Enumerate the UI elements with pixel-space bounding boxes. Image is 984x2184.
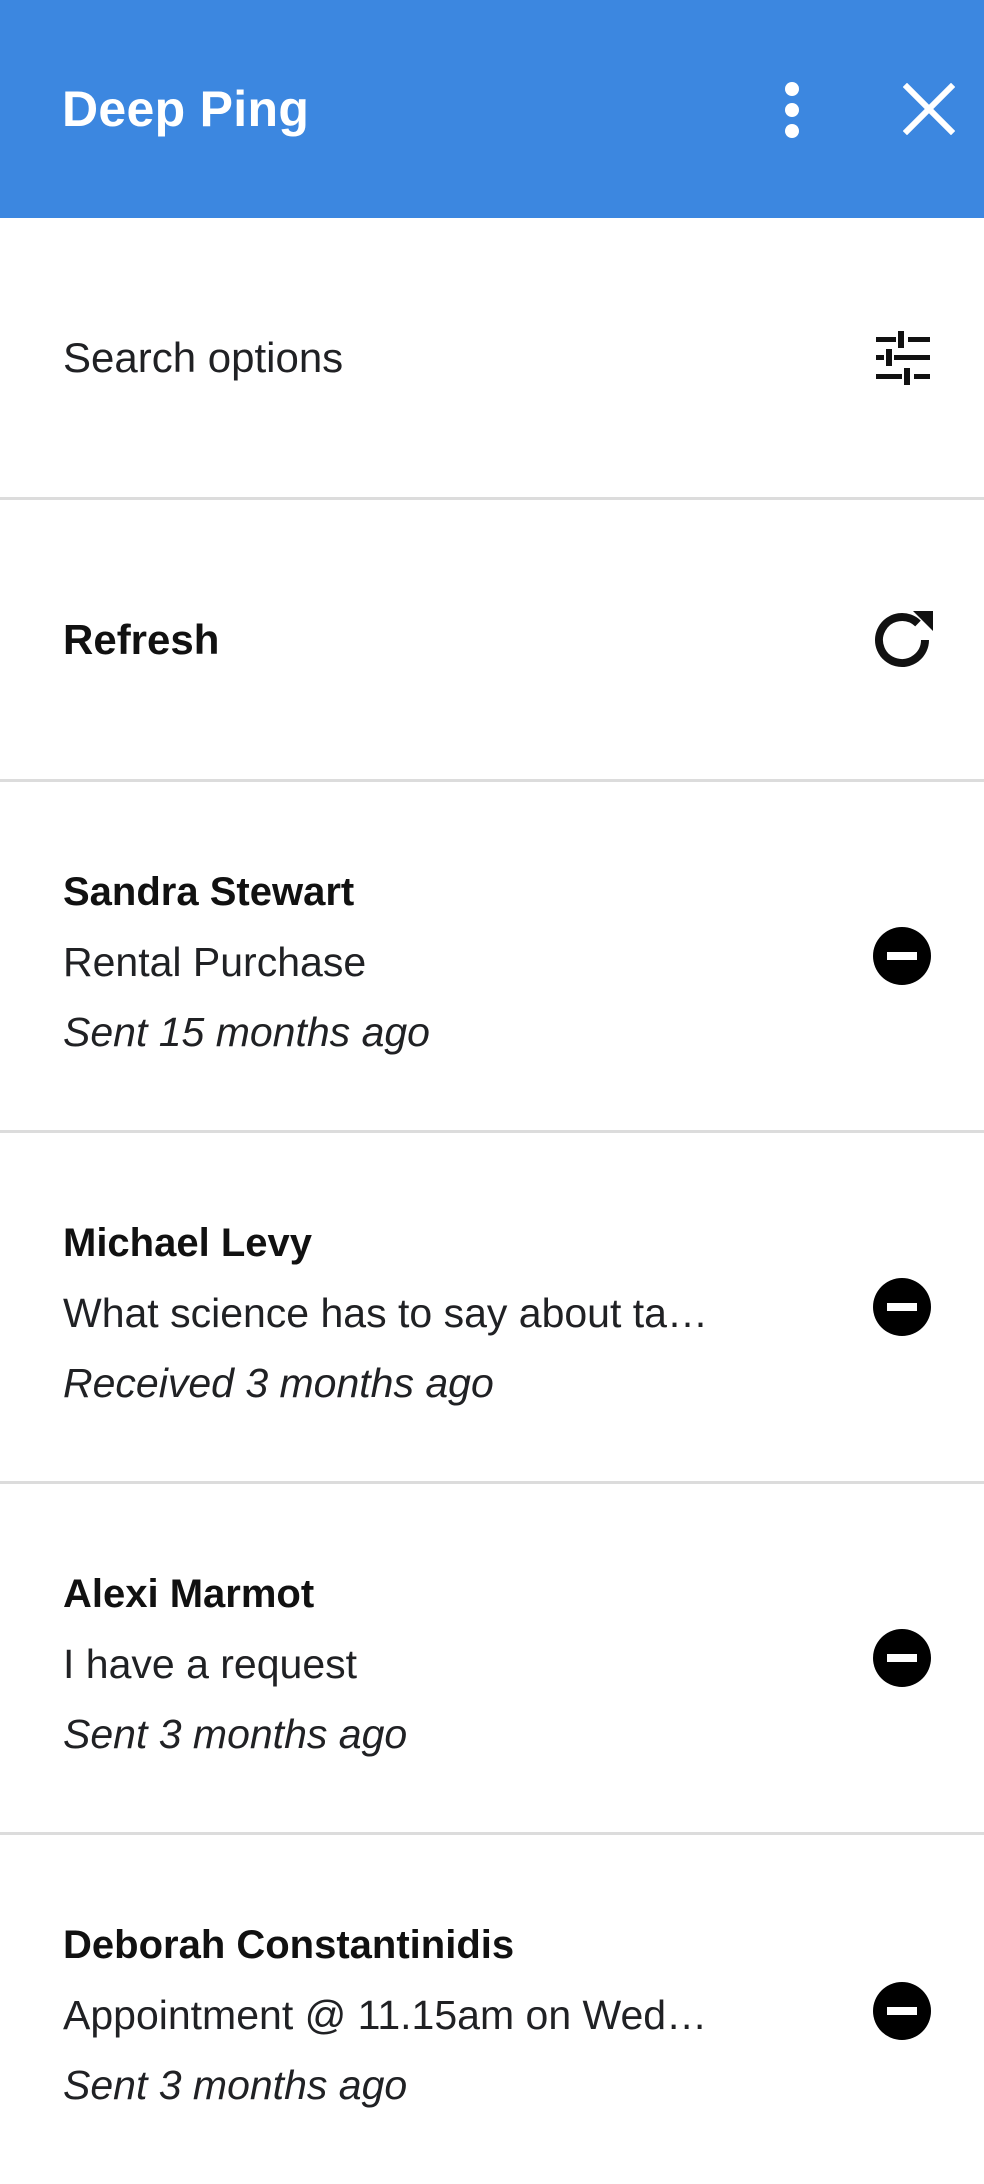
app-header: Deep Ping xyxy=(0,0,984,218)
message-subject: I have a request xyxy=(63,1641,358,1687)
search-options-label: Search options xyxy=(63,333,344,381)
app-title: Deep Ping xyxy=(62,81,310,137)
close-button[interactable] xyxy=(896,76,962,142)
message-row[interactable]: Alexi Marmot I have a request Sent 3 mon… xyxy=(0,1484,984,1835)
remove-circle-icon xyxy=(873,1981,931,2040)
close-icon xyxy=(903,83,955,135)
message-content: Michael Levy What science has to say abo… xyxy=(63,1208,783,1418)
message-content: Alexi Marmot I have a request Sent 3 mon… xyxy=(63,1559,783,1769)
refresh-label: Refresh xyxy=(63,615,220,663)
more-options-button[interactable] xyxy=(770,70,814,150)
message-contact-name: Deborah Constantinidis xyxy=(63,1923,515,1967)
tune-icon xyxy=(876,330,930,385)
message-time: Sent 3 months ago xyxy=(63,2062,408,2108)
message-time: Sent 15 months ago xyxy=(63,1009,430,1055)
search-options-row[interactable]: Search options xyxy=(0,218,984,500)
message-content: Deborah Constantinidis Appointment @ 11.… xyxy=(63,1910,783,2120)
message-row[interactable]: Sandra Stewart Rental Purchase Sent 15 m… xyxy=(0,782,984,1133)
more-vert-icon xyxy=(785,82,799,138)
message-subject: Rental Purchase xyxy=(63,939,367,985)
message-subject: What science has to say about ta… xyxy=(63,1290,708,1336)
remove-circle-icon xyxy=(873,1278,931,1336)
remove-circle-icon xyxy=(873,927,931,985)
message-contact-name: Alexi Marmot xyxy=(63,1572,315,1616)
remove-circle-icon xyxy=(873,1629,931,1687)
message-time: Sent 3 months ago xyxy=(63,1711,408,1757)
message-row[interactable]: Michael Levy What science has to say abo… xyxy=(0,1133,984,1484)
message-content: Sandra Stewart Rental Purchase Sent 15 m… xyxy=(63,857,783,1067)
remove-message-button[interactable] xyxy=(872,926,932,986)
message-contact-name: Michael Levy xyxy=(63,1221,313,1265)
message-subject: Appointment @ 11.15am on Wed… xyxy=(63,1992,708,2038)
message-row[interactable]: Deborah Constantinidis Appointment @ 11.… xyxy=(0,1835,984,2184)
refresh-button[interactable] xyxy=(862,600,942,680)
remove-message-button[interactable] xyxy=(872,1628,932,1688)
remove-message-button[interactable] xyxy=(872,1277,932,1337)
remove-message-button[interactable] xyxy=(872,1981,932,2041)
deep-ping-panel: Deep Ping Search options Refresh Sandra … xyxy=(0,0,984,2184)
refresh-icon xyxy=(875,610,933,667)
refresh-row[interactable]: Refresh xyxy=(0,500,984,782)
message-time: Received 3 months ago xyxy=(63,1360,494,1406)
message-contact-name: Sandra Stewart xyxy=(63,870,355,914)
search-options-button[interactable] xyxy=(870,325,936,391)
